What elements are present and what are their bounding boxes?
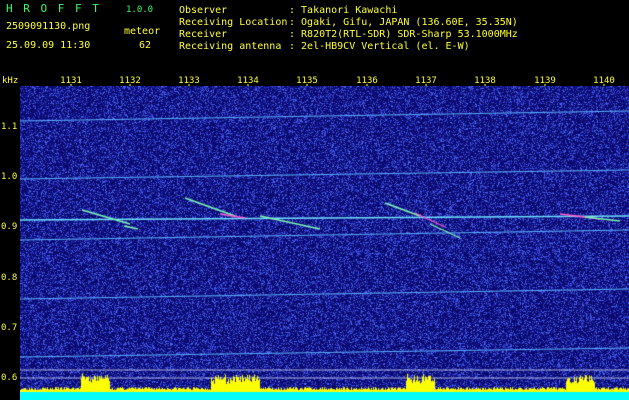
field-value-observer: : Takanori Kawachi (289, 5, 398, 16)
field-value-location: : Ogaki, Gifu, JAPAN (136.60E, 35.35N) (289, 17, 518, 28)
meteor-count: 62 (139, 40, 152, 51)
spectrogram-canvas (20, 86, 629, 400)
amplitude-axis-labels: 1.1 1.0 0.9 0.8 0.7 0.6 (1, 122, 17, 383)
y-tick-label: 1.1 (1, 122, 17, 132)
y-tick-label: 0.8 (1, 273, 17, 283)
y-tick-label: 0.6 (1, 373, 17, 383)
app-brand: H R O F F T (6, 2, 101, 15)
app-version: 1.0.0 (126, 5, 154, 15)
date-time: 25.09.09 11:30 (6, 40, 91, 51)
y-tick-label: 0.7 (1, 323, 17, 333)
field-value-receiver: : R820T2(RTL-SDR) SDR-Sharp 53.1000MHz (289, 29, 518, 40)
field-label-antenna: Receiving antenna (179, 41, 282, 52)
mode-label: meteor (124, 26, 161, 37)
field-label-location: Receiving Location (179, 17, 288, 28)
header-panel: H R O F F T 1.0.0 2509091130.png meteor … (0, 0, 629, 74)
field-value-antenna: : 2el-HB9CV Vertical (el. E-W) (289, 41, 470, 52)
field-label-observer: Observer (179, 5, 228, 16)
file-name: 2509091130.png (6, 21, 91, 32)
y-tick-label: 1.0 (1, 172, 17, 182)
y-tick-label: 0.9 (1, 222, 17, 232)
frequency-axis: kHz 1131 1132 1133 1134 1135 1136 1137 1138 1139… (2, 76, 615, 86)
field-label-receiver: Receiver (179, 29, 228, 40)
